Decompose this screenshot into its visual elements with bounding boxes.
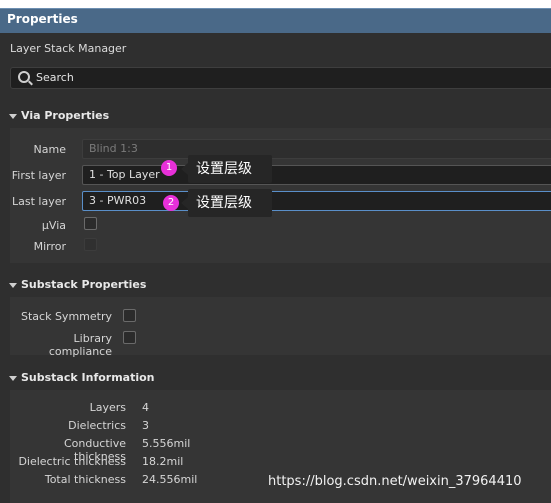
- annotation-badge-1: 1: [161, 160, 177, 176]
- library-compliance-checkbox[interactable]: [123, 331, 136, 344]
- info-label-dielectrics: Dielectrics: [68, 419, 126, 432]
- first-layer-select[interactable]: 1 - Top Layer: [82, 165, 551, 185]
- annotation-callout-2: 设置层级: [188, 189, 272, 217]
- collapse-triangle-icon: [9, 375, 17, 381]
- stack-symmetry-label: Stack Symmetry: [21, 310, 112, 323]
- annotation-text-2: 设置层级: [196, 195, 252, 211]
- search-placeholder: Search: [36, 71, 74, 84]
- callout-arrow-2: [181, 197, 188, 209]
- name-field: Blind 1:3: [82, 139, 551, 159]
- via-properties-header[interactable]: Via Properties: [9, 109, 109, 122]
- via-properties-title: Via Properties: [21, 109, 110, 122]
- info-value-conductive-thickness: 5.556mil: [142, 437, 191, 450]
- info-label-dielectric-thickness: Dielectric thickness: [18, 455, 126, 468]
- info-value-dielectrics: 3: [142, 419, 149, 432]
- library-compliance-label: Library compliance: [48, 332, 112, 358]
- stack-symmetry-checkbox[interactable]: [123, 309, 136, 322]
- annotation-badge-2: 2: [163, 195, 179, 211]
- substack-information-title: Substack Information: [21, 371, 155, 384]
- collapse-triangle-icon: [9, 113, 17, 119]
- search-input[interactable]: Search: [10, 67, 551, 89]
- info-value-dielectric-thickness: 18.2mil: [142, 455, 184, 468]
- panel-title-bar: Properties: [0, 0, 551, 34]
- uvia-checkbox[interactable]: [84, 217, 97, 230]
- watermark-text: https://blog.csdn.net/weixin_37964410: [268, 474, 522, 489]
- panel-title-box: Properties: [0, 8, 551, 33]
- last-layer-label: Last layer: [11, 195, 66, 208]
- collapse-triangle-icon: [9, 282, 17, 288]
- name-label: Name: [33, 143, 66, 156]
- info-value-total-thickness: 24.556mil: [142, 473, 198, 486]
- callout-arrow-1: [181, 163, 188, 175]
- first-layer-label: First layer: [11, 169, 66, 182]
- panel-subtitle: Layer Stack Manager: [10, 42, 127, 55]
- info-label-total-thickness: Total thickness: [44, 473, 126, 486]
- info-value-layers: 4: [142, 401, 149, 414]
- panel-title: Properties: [7, 12, 78, 26]
- mirror-checkbox: [84, 238, 97, 251]
- uvia-label: µVia: [41, 219, 66, 232]
- substack-properties-title: Substack Properties: [21, 278, 147, 291]
- annotation-text-1: 设置层级: [196, 161, 252, 177]
- substack-information-header[interactable]: Substack Information: [9, 371, 155, 384]
- mirror-label: Mirror: [33, 240, 66, 253]
- search-icon: [18, 71, 30, 83]
- last-layer-select[interactable]: 3 - PWR03: [82, 191, 551, 211]
- info-label-layers: Layers: [89, 401, 126, 414]
- annotation-callout-1: 设置层级: [188, 155, 272, 183]
- substack-properties-header[interactable]: Substack Properties: [9, 278, 146, 291]
